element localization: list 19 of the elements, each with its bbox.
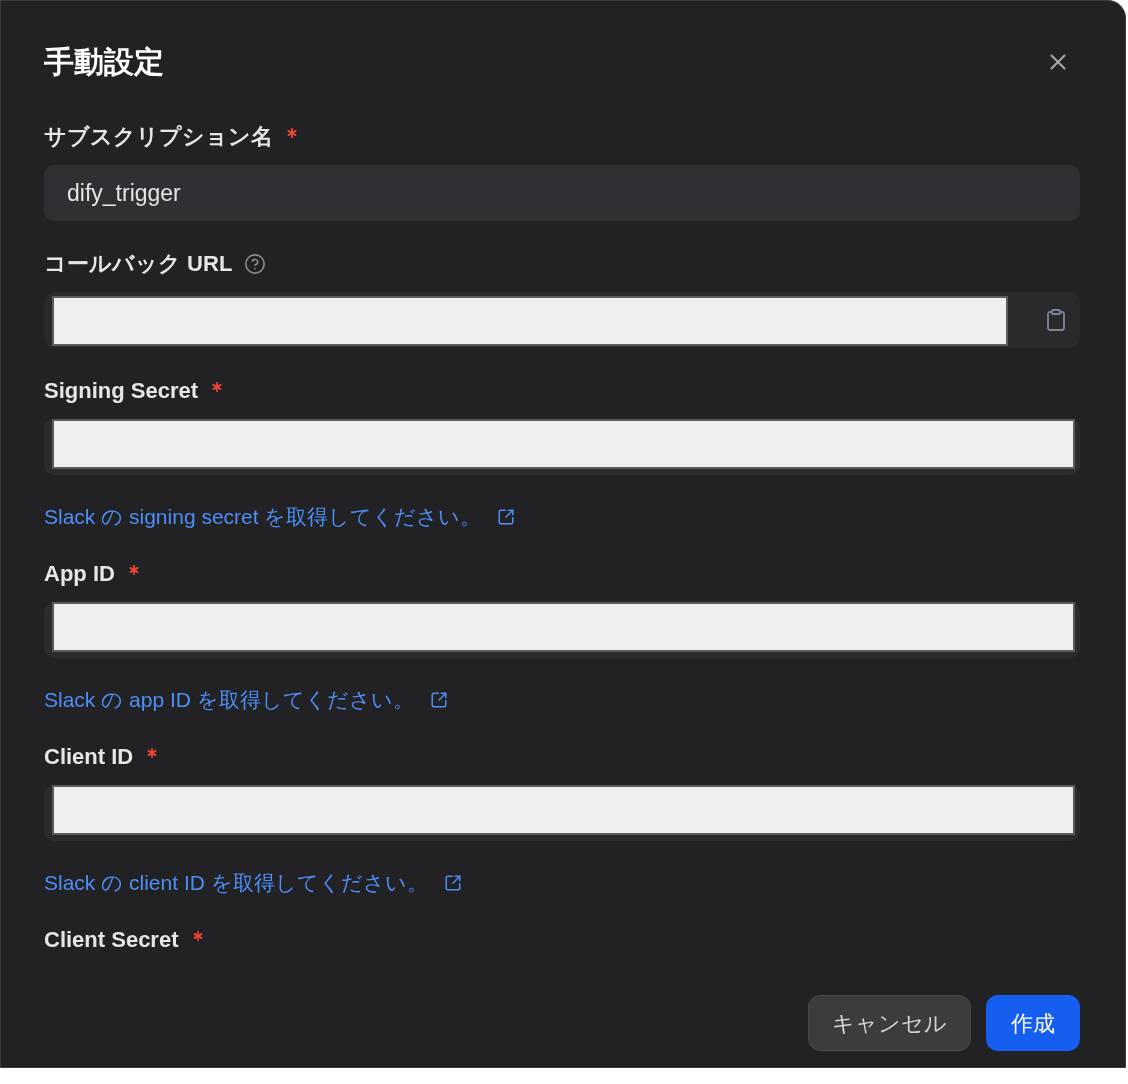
field-label: コールバック URL xyxy=(44,250,233,278)
external-link-icon xyxy=(429,691,448,709)
cancel-button[interactable]: キャンセル xyxy=(808,995,971,1051)
create-button[interactable]: 作成 xyxy=(986,995,1080,1051)
input-field[interactable]: dify_trigger xyxy=(44,165,1080,221)
field-label: App ID xyxy=(44,560,115,588)
field-label: Client Secret xyxy=(44,926,179,954)
dialog-title: 手動設定 xyxy=(44,44,164,80)
help-link[interactable]: Slack の signing secret を取得してください。 xyxy=(44,503,482,531)
field-label: Client ID xyxy=(44,743,134,771)
external-link-icon xyxy=(497,508,516,526)
clipboard-icon xyxy=(1044,307,1068,333)
help-link[interactable]: Slack の client ID を取得してください。 xyxy=(44,869,428,897)
external-link-icon xyxy=(443,874,462,892)
help-icon[interactable] xyxy=(244,253,267,275)
help-link[interactable]: Slack の app ID を取得してください。 xyxy=(44,686,414,714)
input-field[interactable] xyxy=(52,296,1008,346)
field-label: Signing Secret xyxy=(44,377,199,405)
field-label: サブスクリプション名 xyxy=(44,123,273,151)
